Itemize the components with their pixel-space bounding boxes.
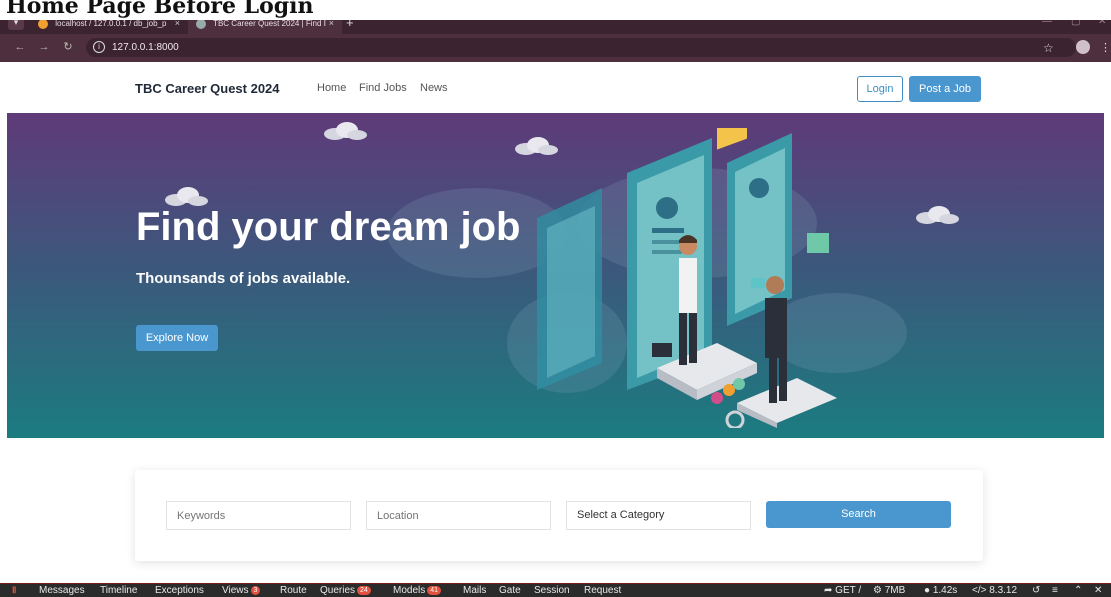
- phpmyadmin-favicon-icon: [38, 18, 48, 29]
- debugbar: Ⅱ Messages Timeline Exceptions Views 3 Ro…: [0, 583, 1111, 597]
- keywords-input[interactable]: [166, 501, 351, 530]
- explore-now-button[interactable]: Explore Now: [136, 325, 218, 351]
- memory-icon: ⚙: [873, 585, 885, 596]
- queries-count-badge: 24: [357, 585, 371, 595]
- debugbar-views[interactable]: Views 3: [222, 585, 261, 596]
- site-info-icon[interactable]: i: [93, 41, 105, 53]
- debugbar-gate[interactable]: Gate: [499, 585, 521, 596]
- location-input[interactable]: [366, 501, 551, 530]
- debugbar-request[interactable]: Request: [584, 585, 621, 596]
- nav-home[interactable]: Home: [317, 82, 346, 94]
- cloud-icon: [916, 206, 959, 224]
- url-text[interactable]: 127.0.0.1:8000: [112, 38, 179, 57]
- address-bar[interactable]: i 127.0.0.1:8000: [86, 38, 1076, 57]
- debugbar-logo-icon[interactable]: Ⅱ: [12, 585, 16, 596]
- debugbar-exceptions[interactable]: Exceptions: [155, 585, 204, 596]
- search-button[interactable]: Search: [766, 501, 951, 528]
- collapse-icon[interactable]: ⌃: [1074, 585, 1082, 596]
- views-count-badge: 3: [250, 585, 261, 595]
- open-handler-icon[interactable]: ≡: [1052, 585, 1058, 596]
- debugbar-timeline[interactable]: Timeline: [100, 585, 137, 596]
- nav-find-jobs[interactable]: Find Jobs: [359, 82, 407, 94]
- browser-menu-icon[interactable]: ⋮: [1100, 40, 1111, 56]
- debugbar-models[interactable]: Models 41: [393, 585, 442, 596]
- hero-banner: Find your dream job Thounsands of jobs a…: [7, 113, 1104, 438]
- reload-icon[interactable]: ↻: [60, 39, 76, 55]
- debugbar-time[interactable]: ● 1.42s: [924, 585, 957, 596]
- debugbar-label: Views: [222, 585, 249, 596]
- memory-text: 7MB: [884, 585, 906, 596]
- debugbar-request-method[interactable]: ➦ GET /: [824, 585, 861, 596]
- site-header: TBC Career Quest 2024 Home Find Jobs New…: [0, 62, 1111, 113]
- models-count-badge: 41: [427, 585, 442, 595]
- request-method-text: GET /: [835, 585, 862, 596]
- browser-toolbar: ← → ↻ i 127.0.0.1:8000 ☆ ⋮: [0, 34, 1111, 62]
- forward-arrow-icon[interactable]: →: [36, 39, 52, 55]
- job-search-card: Select a Category Search: [135, 470, 983, 561]
- bookmark-star-icon[interactable]: ☆: [1043, 40, 1054, 56]
- document-title: Home Page Before Login: [0, 0, 1111, 20]
- tab-title: TBC Career Quest 2024 | Find Ⅰ: [213, 19, 327, 28]
- debugbar-label: Models: [393, 585, 426, 596]
- debugbar-php-version[interactable]: </> 8.3.12: [972, 585, 1017, 596]
- nav-news[interactable]: News: [420, 82, 448, 94]
- debugbar-messages[interactable]: Messages: [39, 585, 85, 596]
- globe-favicon-icon: [196, 18, 206, 29]
- debugbar-route[interactable]: Route: [280, 585, 307, 596]
- debugbar-memory[interactable]: ⚙ 7MB: [873, 585, 905, 596]
- post-job-button[interactable]: Post a Job: [909, 76, 981, 102]
- back-arrow-icon[interactable]: ←: [12, 39, 28, 55]
- login-button[interactable]: Login: [857, 76, 903, 102]
- profile-avatar-icon[interactable]: [1076, 40, 1090, 54]
- hero-subtitle: Thounsands of jobs available.: [136, 270, 351, 287]
- hero-title: Find your dream job: [136, 205, 521, 249]
- time-text: 1.42s: [932, 585, 958, 596]
- debugbar-close-icon[interactable]: ✕: [1094, 585, 1102, 596]
- php-version-text: 8.3.12: [989, 585, 1018, 596]
- code-icon: </>: [972, 585, 990, 596]
- recruitment-illustration-icon: [537, 128, 837, 428]
- clock-icon: ●: [924, 585, 933, 596]
- history-icon[interactable]: ↺: [1032, 585, 1040, 596]
- cloud-icon: [324, 122, 367, 140]
- tab-title: localhost / 127.0.0.1 / db_job_p: [55, 19, 167, 28]
- debugbar-mails[interactable]: Mails: [463, 585, 486, 596]
- site-brand[interactable]: TBC Career Quest 2024: [135, 81, 280, 96]
- share-icon: ➦: [824, 585, 836, 596]
- category-select[interactable]: Select a Category: [566, 501, 751, 530]
- debugbar-label: Queries: [320, 585, 356, 596]
- debugbar-queries[interactable]: Queries 24: [320, 585, 371, 596]
- debugbar-session[interactable]: Session: [534, 585, 570, 596]
